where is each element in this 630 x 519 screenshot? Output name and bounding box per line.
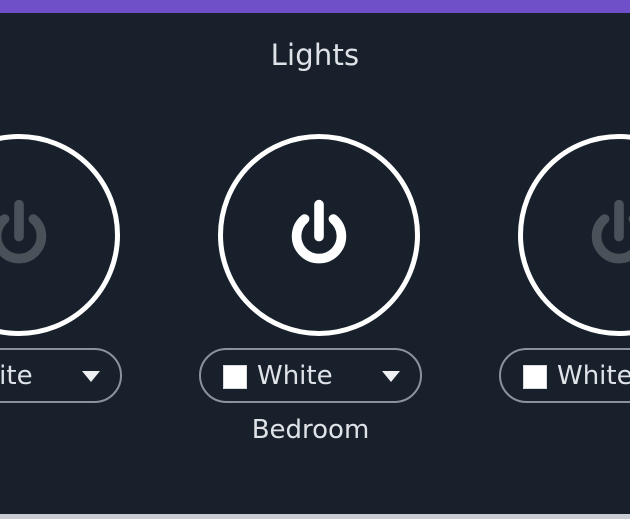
chevron-down-icon — [382, 371, 400, 382]
power-toggle-left[interactable] — [0, 134, 120, 336]
room-name-bedroom: Bedroom — [251, 415, 370, 445]
light-card-bedroom: White Bedroom — [199, 0, 439, 519]
chevron-down-icon — [82, 371, 100, 382]
light-card-left: White — [0, 0, 139, 519]
color-select-bedroom[interactable]: White — [199, 348, 422, 403]
power-icon — [0, 199, 47, 264]
power-icon — [591, 199, 630, 264]
color-select-label: White — [257, 361, 333, 391]
color-select-left[interactable]: White — [0, 348, 122, 403]
power-toggle-right[interactable] — [518, 134, 630, 336]
bottom-divider — [0, 514, 630, 519]
power-icon — [291, 199, 347, 264]
power-toggle-bedroom[interactable] — [218, 134, 420, 336]
color-select-label: White — [0, 361, 33, 391]
lights-carousel: White White Bedroom — [0, 0, 630, 519]
color-swatch — [223, 365, 247, 389]
color-swatch — [523, 365, 547, 389]
light-card-right: White — [499, 0, 630, 519]
color-select-label: White — [557, 361, 630, 391]
lights-panel: Lights White — [0, 0, 630, 519]
color-select-right[interactable]: White — [499, 348, 630, 403]
